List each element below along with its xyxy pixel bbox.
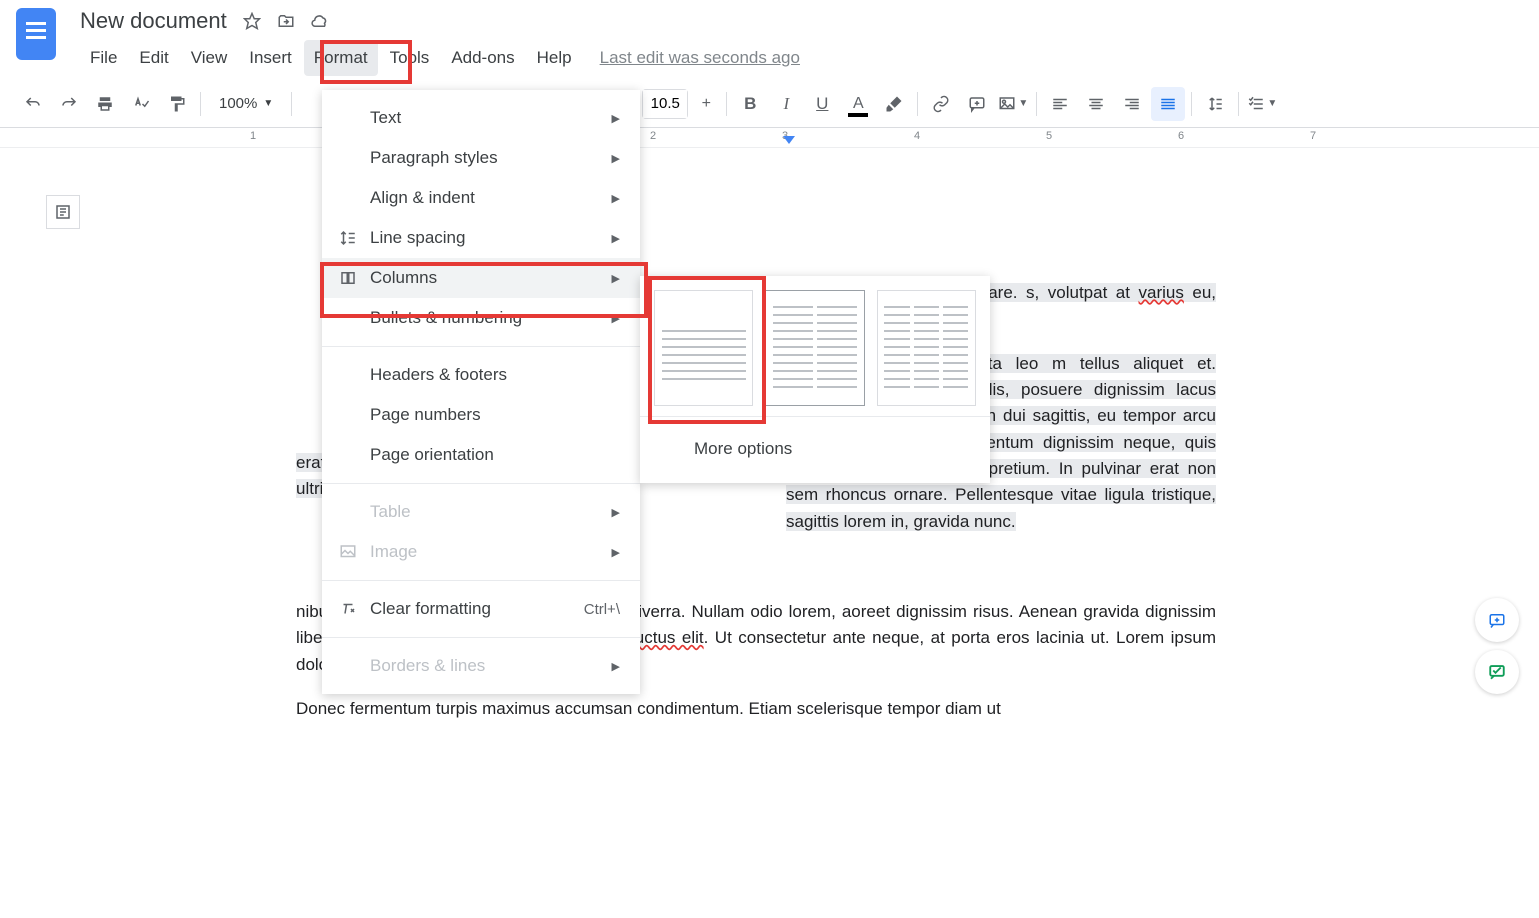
explore-button[interactable] bbox=[1475, 598, 1519, 642]
format-headers-footers-item[interactable]: Headers & footers bbox=[322, 355, 640, 395]
menu-help[interactable]: Help bbox=[527, 40, 582, 76]
clear-format-icon bbox=[338, 599, 358, 619]
menubar: File Edit View Insert Format Tools Add-o… bbox=[80, 40, 800, 76]
columns-more-options[interactable]: More options bbox=[654, 429, 976, 469]
format-paragraph-styles-item[interactable]: Paragraph styles▶ bbox=[322, 138, 640, 178]
insert-image-button[interactable]: ▼ bbox=[996, 87, 1030, 121]
doc-paragraph[interactable]: Donec fermentum turpis maximus accumsan … bbox=[296, 696, 1216, 722]
ruler-mark: 6 bbox=[1178, 130, 1184, 142]
undo-button[interactable] bbox=[16, 87, 50, 121]
ruler-indent-marker[interactable] bbox=[783, 136, 795, 144]
format-columns-item[interactable]: Columns▶ bbox=[322, 258, 640, 298]
insert-link-button[interactable] bbox=[924, 87, 958, 121]
toolbar: 100%▼ − + B I U A ▼ ▼ bbox=[0, 80, 1539, 128]
columns-icon bbox=[338, 268, 358, 288]
format-table-item: Table▶ bbox=[322, 492, 640, 532]
doc-text-spellerror: luctus elit bbox=[631, 628, 704, 647]
highlight-button[interactable] bbox=[877, 87, 911, 121]
print-button[interactable] bbox=[88, 87, 122, 121]
align-left-button[interactable] bbox=[1043, 87, 1077, 121]
horizontal-ruler[interactable]: 1 2 3 4 5 6 7 bbox=[0, 128, 1539, 148]
line-spacing-icon bbox=[338, 228, 358, 248]
line-spacing-button[interactable] bbox=[1198, 87, 1232, 121]
font-size-input[interactable] bbox=[643, 90, 687, 118]
menu-file[interactable]: File bbox=[80, 40, 127, 76]
add-comment-button[interactable] bbox=[960, 87, 994, 121]
move-folder-icon[interactable] bbox=[277, 12, 295, 30]
last-edit-link[interactable]: Last edit was seconds ago bbox=[600, 40, 800, 76]
ruler-mark: 7 bbox=[1310, 130, 1316, 142]
image-icon bbox=[338, 542, 358, 562]
columns-option-2[interactable] bbox=[765, 290, 864, 406]
columns-option-3[interactable] bbox=[877, 290, 976, 406]
menu-view[interactable]: View bbox=[181, 40, 238, 76]
underline-button[interactable]: U bbox=[805, 87, 839, 121]
format-menu-dropdown: Text▶ Paragraph styles▶ Align & indent▶ … bbox=[322, 90, 640, 694]
format-line-spacing-item[interactable]: Line spacing▶ bbox=[322, 218, 640, 258]
format-image-item: Image▶ bbox=[322, 532, 640, 572]
menu-format[interactable]: Format bbox=[304, 40, 378, 76]
format-clear-formatting-item[interactable]: Clear formattingCtrl+\ bbox=[322, 589, 640, 629]
doc-text-spellerror[interactable]: varius bbox=[1139, 283, 1184, 302]
columns-submenu: More options bbox=[640, 276, 990, 483]
ruler-mark: 2 bbox=[650, 130, 656, 142]
columns-option-1[interactable] bbox=[654, 290, 753, 406]
feedback-button[interactable] bbox=[1475, 650, 1519, 694]
increase-font-size-button[interactable]: + bbox=[692, 90, 720, 118]
ruler-mark: 5 bbox=[1046, 130, 1052, 142]
format-borders-lines-item: Borders & lines▶ bbox=[322, 646, 640, 686]
align-right-button[interactable] bbox=[1115, 87, 1149, 121]
star-icon[interactable] bbox=[243, 12, 261, 30]
cloud-status-icon[interactable] bbox=[311, 12, 329, 30]
menu-tools[interactable]: Tools bbox=[380, 40, 440, 76]
zoom-select[interactable]: 100%▼ bbox=[207, 95, 285, 112]
paint-format-button[interactable] bbox=[160, 87, 194, 121]
menu-edit[interactable]: Edit bbox=[129, 40, 178, 76]
ruler-mark: 4 bbox=[914, 130, 920, 142]
font-size-input-wrap bbox=[642, 89, 688, 119]
show-outline-button[interactable] bbox=[46, 195, 80, 229]
checklist-button[interactable]: ▼ bbox=[1245, 87, 1279, 121]
format-align-indent-item[interactable]: Align & indent▶ bbox=[322, 178, 640, 218]
format-text-item[interactable]: Text▶ bbox=[322, 98, 640, 138]
menu-insert[interactable]: Insert bbox=[239, 40, 302, 76]
document-title[interactable]: New document bbox=[80, 8, 227, 34]
format-bullets-numbering-item[interactable]: Bullets & numbering▶ bbox=[322, 298, 640, 338]
menu-addons[interactable]: Add-ons bbox=[441, 40, 524, 76]
align-justify-button[interactable] bbox=[1151, 87, 1185, 121]
format-page-numbers-item[interactable]: Page numbers bbox=[322, 395, 640, 435]
text-color-button[interactable]: A bbox=[841, 87, 875, 121]
docs-logo[interactable] bbox=[16, 8, 56, 60]
app-header: New document File Edit View Insert Forma… bbox=[0, 0, 1539, 76]
align-center-button[interactable] bbox=[1079, 87, 1113, 121]
spellcheck-button[interactable] bbox=[124, 87, 158, 121]
format-page-orientation-item[interactable]: Page orientation bbox=[322, 435, 640, 475]
redo-button[interactable] bbox=[52, 87, 86, 121]
italic-button[interactable]: I bbox=[769, 87, 803, 121]
bold-button[interactable]: B bbox=[733, 87, 767, 121]
ruler-mark: 1 bbox=[250, 130, 256, 142]
